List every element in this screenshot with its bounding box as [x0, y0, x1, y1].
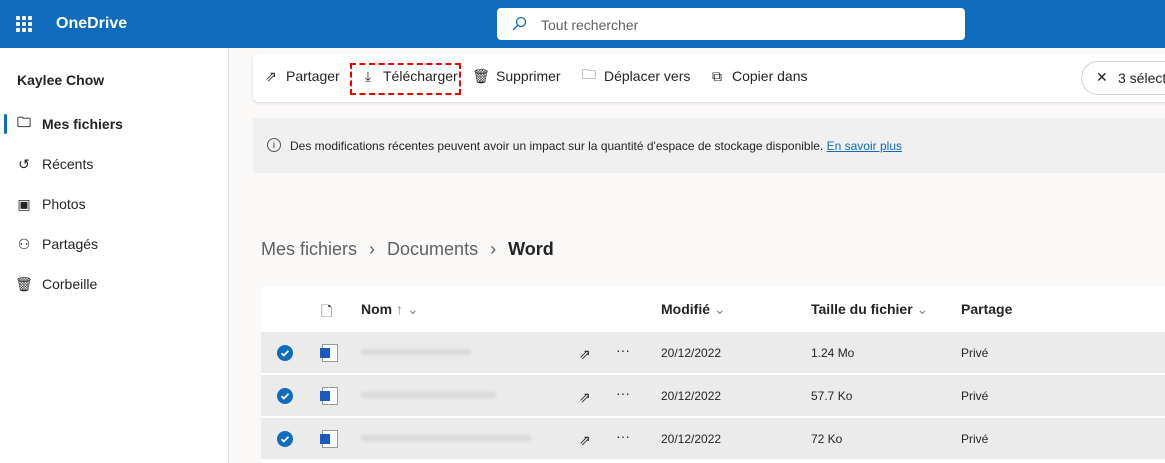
learn-more-link[interactable]: En savoir plus	[827, 139, 902, 153]
sidebar-item-recents[interactable]: ↺ Récents	[0, 144, 229, 184]
folder-move-icon: 🗀	[582, 66, 596, 82]
chevron-right-icon: ›	[490, 239, 497, 259]
modified-date: 20/12/2022	[661, 389, 722, 403]
search-icon	[512, 16, 527, 31]
sidebar: Kaylee Chow 🗀 Mes fichiers ↺ Récents ▣ Phot…	[0, 48, 229, 463]
folder-icon: 🗀	[17, 114, 31, 130]
checkbox-checked-icon[interactable]	[277, 431, 293, 447]
label: Supprimer	[496, 68, 561, 84]
share-icon[interactable]: ⇗	[579, 389, 591, 406]
banner-text: Des modifications récentes peuvent avoir…	[290, 139, 824, 153]
file-type-icon: 🗋	[321, 303, 333, 319]
word-file-icon	[320, 344, 338, 362]
label: Partager	[286, 68, 340, 84]
image-icon: ▣	[17, 195, 31, 212]
more-options-icon[interactable]: ···	[616, 385, 630, 401]
label: Copier dans	[732, 68, 808, 84]
recycle-bin-icon: 🗑	[15, 275, 33, 292]
people-icon: ⚇	[17, 235, 31, 252]
info-banner: i Des modifications récentes peuvent avo…	[253, 118, 1165, 173]
checkbox-checked-icon[interactable]	[277, 388, 293, 404]
file-name-redacted	[361, 392, 496, 398]
sidebar-item-partages[interactable]: ⚇ Partagés	[0, 224, 229, 264]
sort-ascending-icon: ↑ ⌄	[396, 301, 419, 317]
label: Nom	[361, 301, 393, 317]
copy-icon: ⧉	[712, 67, 722, 84]
column-header-modified[interactable]: Modifié ⌄	[661, 301, 726, 318]
sidebar-item-label: Corbeille	[42, 276, 98, 292]
info-icon: i	[267, 138, 281, 152]
label: Taille du fichier	[811, 301, 913, 317]
download-icon: ⤓	[364, 67, 372, 84]
trash-icon: 🗑	[472, 67, 490, 84]
file-size: 1.24 Mo	[811, 346, 855, 360]
app-launcher-icon[interactable]	[16, 16, 32, 32]
column-header-sharing[interactable]: Partage	[961, 301, 1012, 317]
sharing-status: Privé	[961, 346, 989, 360]
history-icon: ↺	[18, 155, 30, 172]
file-size: 57.7 Ko	[811, 389, 853, 403]
column-header-size[interactable]: Taille du fichier ⌄	[811, 301, 928, 318]
chevron-down-icon: ⌄	[713, 301, 726, 317]
copy-to-button[interactable]: ⧉ Copier dans	[709, 67, 808, 85]
label: Télécharger	[383, 68, 458, 84]
word-file-icon	[320, 387, 338, 405]
delete-button[interactable]: 🗑 Supprimer	[472, 67, 561, 85]
label: Modifié	[661, 301, 710, 317]
sidebar-item-label: Récents	[42, 156, 94, 172]
breadcrumb: Mes fichiers › Documents › Word	[261, 239, 554, 260]
sidebar-item-label: Mes fichiers	[42, 116, 123, 132]
share-button[interactable]: ⇗ Partager	[263, 67, 340, 85]
share-icon[interactable]: ⇗	[579, 432, 591, 449]
app-title[interactable]: OneDrive	[56, 15, 127, 33]
file-list: 🗋 Nom ↑ ⌄ Modifié ⌄ Taille du fichier ⌄ …	[261, 287, 1165, 463]
modified-date: 20/12/2022	[661, 346, 722, 360]
sharing-status: Privé	[961, 389, 989, 403]
sidebar-item-photos[interactable]: ▣ Photos	[0, 184, 229, 224]
more-options-icon[interactable]: ···	[616, 342, 630, 358]
move-to-button[interactable]: 🗀 Déplacer vers	[581, 66, 691, 84]
sidebar-item-label: Photos	[42, 196, 86, 212]
table-row[interactable]: ⇗ ··· 20/12/2022 72 Ko Privé	[261, 418, 1165, 459]
breadcrumb-current: Word	[508, 239, 554, 259]
file-name-redacted	[361, 435, 531, 441]
table-row[interactable]: ⇗ ··· 20/12/2022 1.24 Mo Privé	[261, 332, 1165, 373]
sidebar-item-mes-fichiers[interactable]: 🗀 Mes fichiers	[0, 104, 229, 144]
close-icon: ✕	[1096, 69, 1108, 85]
word-file-icon	[320, 430, 338, 448]
label: 3 sélect	[1118, 70, 1165, 86]
table-row[interactable]: ⇗ ··· 20/12/2022 57.7 Ko Privé	[261, 375, 1165, 416]
sidebar-item-corbeille[interactable]: 🗑 Corbeille	[0, 264, 229, 304]
file-name-redacted	[361, 349, 471, 355]
label: Déplacer vers	[604, 68, 691, 84]
command-bar: ⇗ Partager ⤓ Télécharger 🗑 Supprimer 🗀 Dépla…	[253, 54, 1165, 102]
column-header-name[interactable]: Nom ↑ ⌄	[361, 301, 419, 318]
selection-count-button[interactable]: ✕ 3 sélect	[1081, 61, 1165, 95]
file-size: 72 Ko	[811, 432, 843, 446]
sharing-status: Privé	[961, 432, 989, 446]
top-bar: OneDrive Tout rechercher	[0, 0, 1165, 48]
breadcrumb-item[interactable]: Mes fichiers	[261, 239, 357, 260]
more-options-icon[interactable]: ···	[616, 428, 630, 444]
share-icon[interactable]: ⇗	[579, 346, 591, 363]
chevron-right-icon: ›	[369, 239, 376, 259]
chevron-down-icon: ⌄	[916, 301, 929, 317]
checkbox-checked-icon[interactable]	[277, 345, 293, 361]
search-input[interactable]: Tout rechercher	[497, 8, 965, 40]
sidebar-item-label: Partagés	[42, 236, 99, 252]
download-button[interactable]: ⤓ Télécharger	[360, 67, 458, 85]
user-name: Kaylee Chow	[17, 72, 105, 88]
search-placeholder: Tout rechercher	[541, 17, 639, 33]
breadcrumb-item[interactable]: Documents	[387, 239, 478, 260]
modified-date: 20/12/2022	[661, 432, 722, 446]
share-icon: ⇗	[265, 67, 277, 84]
